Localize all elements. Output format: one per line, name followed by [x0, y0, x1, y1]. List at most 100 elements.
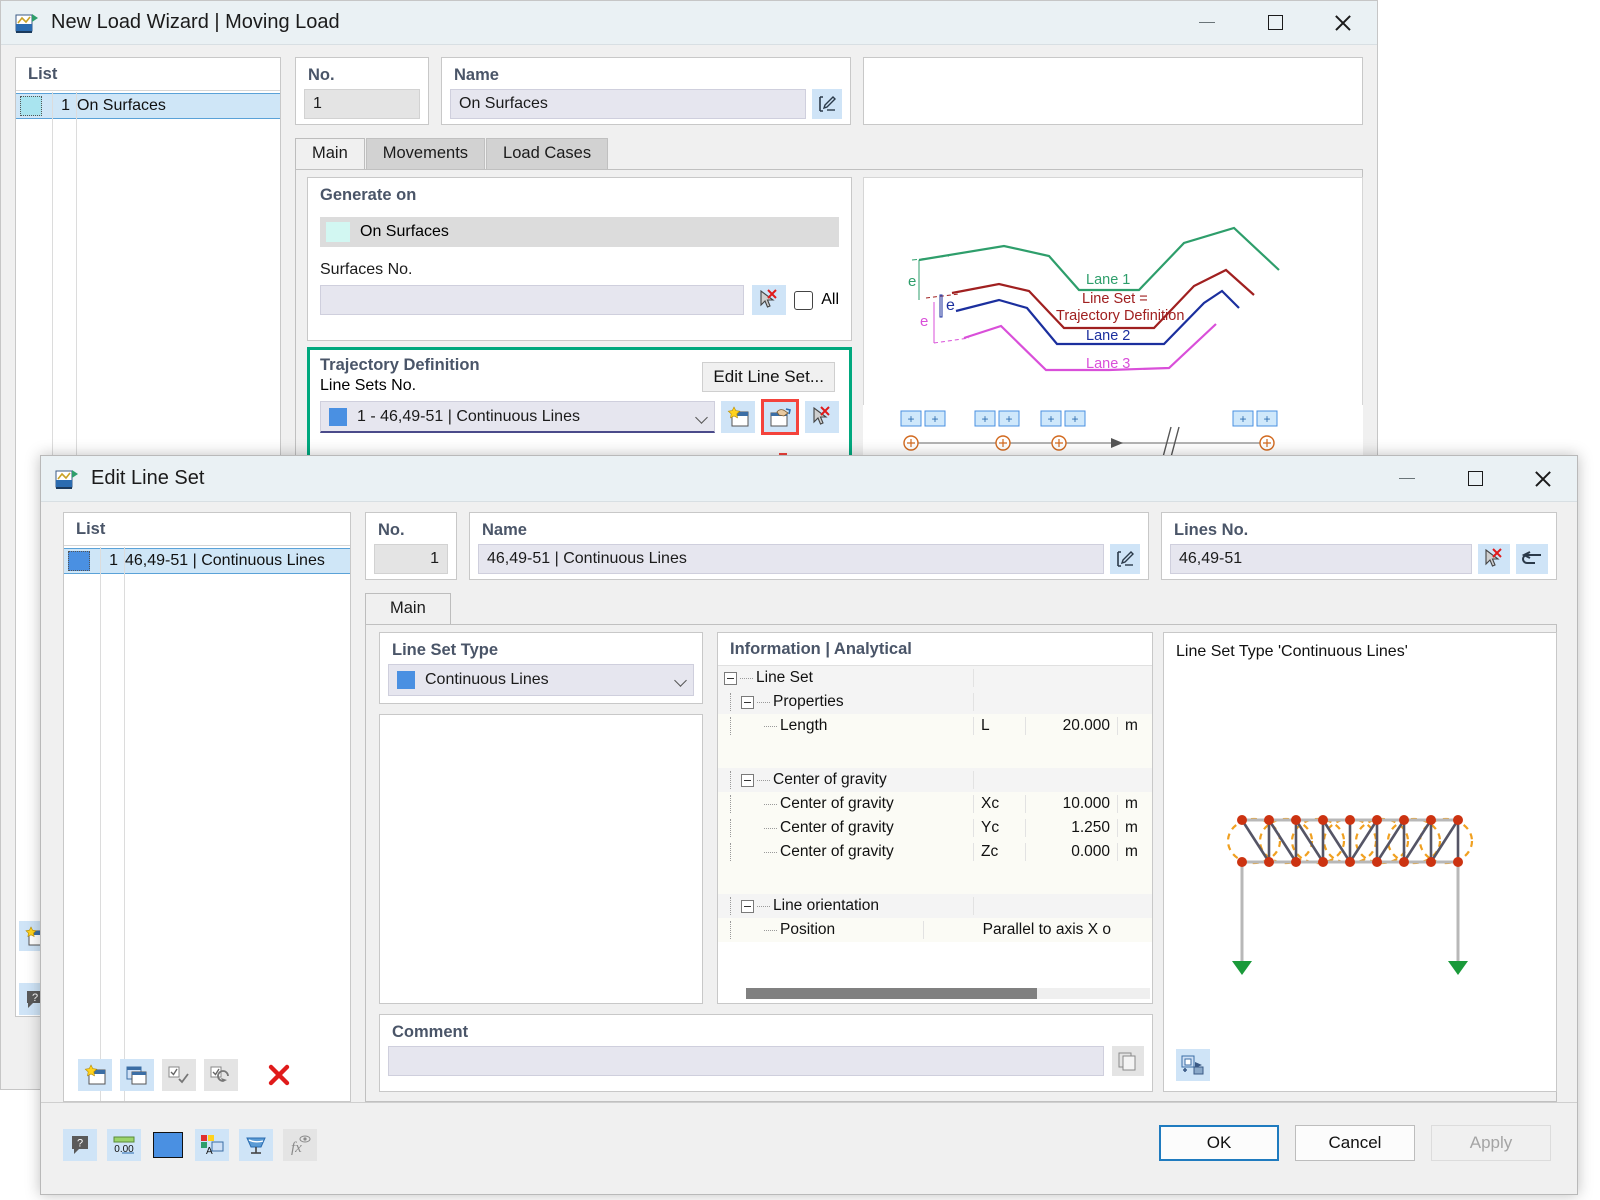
surfaces-no-input[interactable]	[320, 285, 745, 315]
lineset-name-field[interactable]: 46,49-51 | Continuous Lines	[478, 544, 1104, 574]
wizard-minimize-button[interactable]	[1173, 1, 1241, 44]
tab-movements[interactable]: Movements	[365, 138, 486, 169]
table-row[interactable]: Length L 20.000 m	[718, 714, 1152, 738]
generate-on-selected[interactable]: On Surfaces	[320, 217, 839, 247]
svg-text:Trajectory Definition: Trajectory Definition	[1056, 308, 1184, 324]
all-checkbox[interactable]	[794, 290, 814, 310]
expander-icon[interactable]	[741, 773, 754, 787]
units-decimals-icon[interactable]: 0.00	[107, 1129, 141, 1161]
expander-icon[interactable]	[741, 899, 754, 913]
list-item[interactable]: 1 46,49-51 | Continuous Lines	[64, 548, 350, 574]
svg-text:e: e	[908, 273, 916, 290]
formula-icon[interactable]: fx	[283, 1129, 317, 1161]
wizard-no-field[interactable]: 1	[304, 89, 420, 119]
lineset-titlebar: Edit Line Set	[41, 456, 1577, 502]
lineset-no-field[interactable]: 1	[374, 544, 448, 574]
render-view-icon[interactable]	[1176, 1049, 1210, 1081]
preview-caption: Line Set Type 'Continuous Lines'	[1176, 643, 1408, 660]
table-row[interactable]: Center of gravity Xc 10.000 m	[718, 792, 1152, 816]
expander-icon[interactable]	[724, 671, 737, 685]
truss-preview-graphic	[1226, 815, 1474, 975]
row-label: Position	[780, 921, 836, 938]
delete-entry-icon[interactable]	[262, 1059, 296, 1091]
color-swatch-icon	[20, 96, 42, 116]
select-all-icon[interactable]	[162, 1059, 196, 1091]
lineset-list-pane[interactable]: List 1 46,49-51 | Continuous Lines	[63, 512, 351, 1102]
new-line-set-icon[interactable]	[721, 401, 755, 433]
row-symbol: Yc	[974, 819, 1026, 837]
edit-line-set-button[interactable]: Edit Line Set...	[702, 362, 835, 392]
preview-panel: Line Set Type 'Continuous Lines'	[1163, 632, 1557, 1092]
edit-name-icon[interactable]	[812, 89, 842, 119]
svg-text:Line Set =: Line Set =	[1082, 291, 1148, 307]
edit-line-set-icon[interactable]	[761, 399, 799, 435]
lineset-minimize-button[interactable]	[1373, 456, 1441, 501]
help-icon[interactable]: ?	[63, 1129, 97, 1161]
information-table[interactable]: Line Set Properties Length L 20.000 m Ce…	[718, 665, 1152, 942]
lineset-maximize-button[interactable]	[1441, 456, 1509, 501]
wizard-close-button[interactable]	[1309, 1, 1377, 44]
comment-templates-icon[interactable]	[1112, 1046, 1144, 1076]
clear-line-set-icon[interactable]	[805, 401, 839, 433]
line-set-type-label: Line Set Type	[392, 641, 499, 659]
line-set-type-detail-panel	[379, 714, 703, 1004]
cancel-button[interactable]: Cancel	[1295, 1125, 1415, 1161]
wizard-no-group: No. 1	[295, 57, 429, 125]
pick-surfaces-icon[interactable]	[752, 285, 787, 315]
row-label: Line orientation	[773, 897, 879, 914]
node-strip-illustration: + + + + + + + +	[863, 405, 1363, 461]
apply-button[interactable]: Apply	[1431, 1125, 1551, 1161]
screen: New Load Wizard | Moving Load List 1 On …	[0, 0, 1600, 1200]
visual-settings-icon[interactable]	[239, 1129, 273, 1161]
ok-button[interactable]: OK	[1159, 1125, 1279, 1161]
edit-name-icon[interactable]	[1110, 544, 1140, 574]
table-row[interactable]: Center of gravity Zc 0.000 m	[718, 840, 1152, 864]
table-row[interactable]: Properties	[718, 690, 1152, 714]
tab-load-cases[interactable]: Load Cases	[486, 138, 609, 169]
table-row[interactable]: Line orientation	[718, 894, 1152, 918]
list-item[interactable]: 1 On Surfaces	[16, 93, 280, 119]
row-label: Center of gravity	[773, 771, 887, 788]
line-set-color-swatch-icon	[329, 407, 347, 426]
row-unit: m	[1125, 795, 1138, 812]
row-label: Line Set	[756, 669, 813, 686]
lineset-window-controls	[1373, 456, 1577, 501]
new-entry-icon[interactable]	[78, 1059, 112, 1091]
table-row[interactable]: Position Parallel to axis X o	[718, 918, 1152, 942]
tab-main[interactable]: Main	[295, 138, 365, 169]
svg-text:+: +	[1005, 412, 1012, 426]
reverse-lines-icon[interactable]	[1516, 544, 1548, 574]
wizard-no-label: No.	[308, 66, 335, 84]
copy-entry-icon[interactable]	[120, 1059, 154, 1091]
scroll-thumb[interactable]	[746, 988, 1037, 999]
lineset-close-button[interactable]	[1509, 456, 1577, 501]
svg-text:?: ?	[32, 992, 38, 1004]
table-row[interactable]: Line Set	[718, 666, 1152, 690]
table-row[interactable]: Center of gravity Yc 1.250 m	[718, 816, 1152, 840]
lineset-name-group: Name 46,49-51 | Continuous Lines	[469, 512, 1149, 580]
list-item-label: 46,49-51 | Continuous Lines	[125, 552, 325, 569]
pick-lines-icon[interactable]	[1478, 544, 1510, 574]
comment-input[interactable]	[388, 1046, 1104, 1076]
display-properties-icon[interactable]: A	[195, 1129, 229, 1161]
edit-line-set-dialog: Edit Line Set List 1 46,49-51 | Continuo…	[40, 455, 1578, 1195]
svg-text:+: +	[931, 412, 938, 426]
wizard-maximize-button[interactable]	[1241, 1, 1309, 44]
app-logo-icon	[55, 468, 81, 490]
table-row[interactable]: Center of gravity	[718, 768, 1152, 792]
lineset-no-label: No.	[378, 521, 405, 539]
information-hscrollbar[interactable]	[746, 988, 1150, 999]
svg-text:e: e	[946, 297, 955, 314]
comment-label: Comment	[392, 1023, 469, 1041]
wizard-name-group: Name On Surfaces	[441, 57, 851, 125]
lines-no-field[interactable]: 46,49-51	[1170, 544, 1472, 574]
tab-main[interactable]: Main	[365, 593, 451, 624]
invert-selection-icon[interactable]	[204, 1059, 238, 1091]
expander-icon[interactable]	[741, 695, 754, 709]
wizard-name-field[interactable]: On Surfaces	[450, 89, 806, 119]
line-set-type-combo[interactable]: Continuous Lines	[388, 664, 694, 696]
dialog-action-buttons: OK Cancel Apply	[1159, 1125, 1551, 1161]
wizard-titlebar: New Load Wizard | Moving Load	[1, 1, 1377, 45]
color-picker-icon[interactable]	[151, 1129, 185, 1161]
line-sets-combo[interactable]: 1 - 46,49-51 | Continuous Lines	[320, 401, 715, 433]
